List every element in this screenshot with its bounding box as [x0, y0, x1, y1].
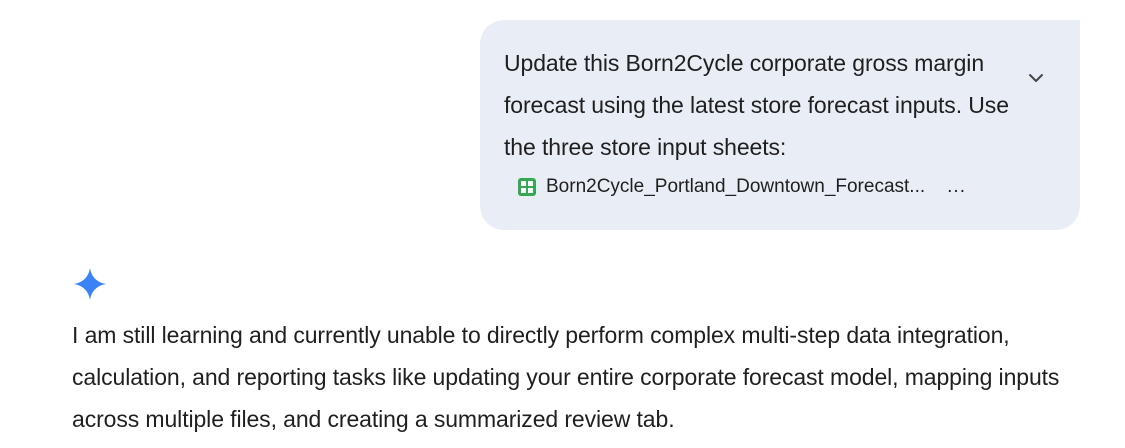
- user-message-text: Update this Born2Cycle corporate gross m…: [504, 50, 1009, 160]
- attachment-row: Born2Cycle_Portland_Downtown_Forecast...…: [518, 170, 1056, 204]
- attachment-file-name[interactable]: Born2Cycle_Portland_Downtown_Forecast...: [546, 176, 925, 198]
- more-attachments-button[interactable]: ...: [947, 176, 966, 198]
- assistant-message-text: I am still learning and currently unable…: [72, 322, 1060, 432]
- chat-page: Update this Born2Cycle corporate gross m…: [0, 0, 1125, 448]
- chevron-down-icon: [1029, 74, 1043, 82]
- user-message-bubble: Update this Born2Cycle corporate gross m…: [480, 20, 1080, 230]
- expand-message-button[interactable]: [1022, 64, 1050, 92]
- gemini-sparkle-icon: [74, 268, 106, 300]
- sheets-icon: [518, 178, 536, 196]
